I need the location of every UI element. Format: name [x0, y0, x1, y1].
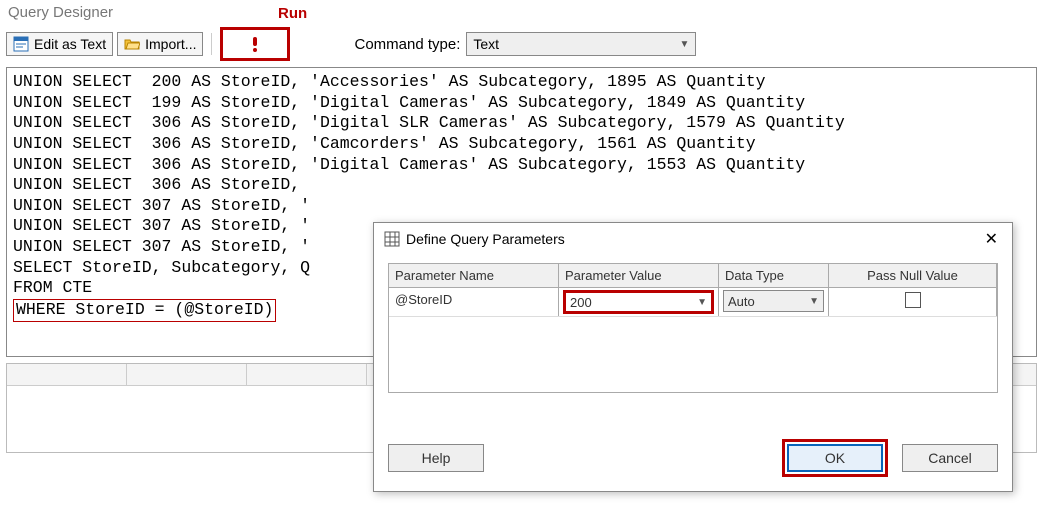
table-row: @StoreID 200 ▼ Auto ▼ [389, 288, 997, 317]
command-type-value: Text [473, 36, 499, 52]
define-query-parameters-dialog: Define Query Parameters ✕ Parameter Name… [373, 222, 1013, 492]
sql-line: UNION SELECT 306 AS StoreID, 'Digital Ca… [13, 155, 805, 174]
import-button[interactable]: Import... [117, 32, 203, 56]
sql-line: SELECT StoreID, Subcategory, Q [13, 258, 310, 277]
col-pass-null: Pass Null Value [829, 264, 997, 287]
sql-line: UNION SELECT 306 AS StoreID, [13, 175, 300, 194]
edit-text-icon [13, 36, 29, 52]
sql-line: UNION SELECT 307 AS StoreID, ' [13, 216, 310, 235]
param-value-text: 200 [570, 295, 592, 310]
close-icon[interactable]: ✕ [981, 229, 1002, 249]
run-annotation: Run [278, 5, 307, 22]
param-name-cell: @StoreID [389, 288, 559, 316]
grid-props-icon [384, 231, 400, 247]
chevron-down-icon: ▼ [809, 296, 819, 307]
chevron-down-icon: ▼ [697, 297, 707, 308]
sql-line: UNION SELECT 307 AS StoreID, ' [13, 196, 310, 215]
sql-line: UNION SELECT 306 AS StoreID, 'Camcorders… [13, 134, 756, 153]
folder-open-icon [124, 36, 140, 52]
cancel-button[interactable]: Cancel [902, 444, 998, 472]
col-parameter-value: Parameter Value [559, 264, 719, 287]
sql-line: FROM CTE [13, 278, 92, 297]
toolbar: Run Edit as Text Import... Command type:… [0, 25, 1043, 67]
run-button[interactable] [220, 27, 290, 61]
ok-button[interactable]: OK [787, 444, 883, 472]
run-exclaim-icon [247, 36, 263, 52]
sql-line: UNION SELECT 306 AS StoreID, 'Digital SL… [13, 113, 845, 132]
sql-line: UNION SELECT 199 AS StoreID, 'Digital Ca… [13, 93, 805, 112]
toolbar-separator [211, 33, 212, 55]
pass-null-checkbox[interactable] [905, 292, 921, 308]
data-type-select[interactable]: Auto ▼ [723, 290, 824, 312]
dialog-title: Define Query Parameters [406, 231, 565, 247]
window-title: Query Designer [0, 0, 1043, 25]
import-label: Import... [145, 36, 196, 52]
command-type-label: Command type: [354, 36, 460, 53]
parameters-table: Parameter Name Parameter Value Data Type… [388, 263, 998, 393]
col-data-type: Data Type [719, 264, 829, 287]
sql-line: UNION SELECT 307 AS StoreID, ' [13, 237, 310, 256]
command-type-select[interactable]: Text ▼ [466, 32, 696, 56]
sql-line: UNION SELECT 200 AS StoreID, 'Accessorie… [13, 72, 766, 91]
sql-where-highlight: WHERE StoreID = (@StoreID) [13, 299, 276, 322]
chevron-down-icon: ▼ [679, 39, 689, 50]
help-button[interactable]: Help [388, 444, 484, 472]
col-parameter-name: Parameter Name [389, 264, 559, 287]
param-value-input[interactable]: 200 ▼ [563, 290, 714, 314]
edit-as-text-label: Edit as Text [34, 36, 106, 52]
edit-as-text-button[interactable]: Edit as Text [6, 32, 113, 56]
data-type-text: Auto [728, 294, 755, 309]
